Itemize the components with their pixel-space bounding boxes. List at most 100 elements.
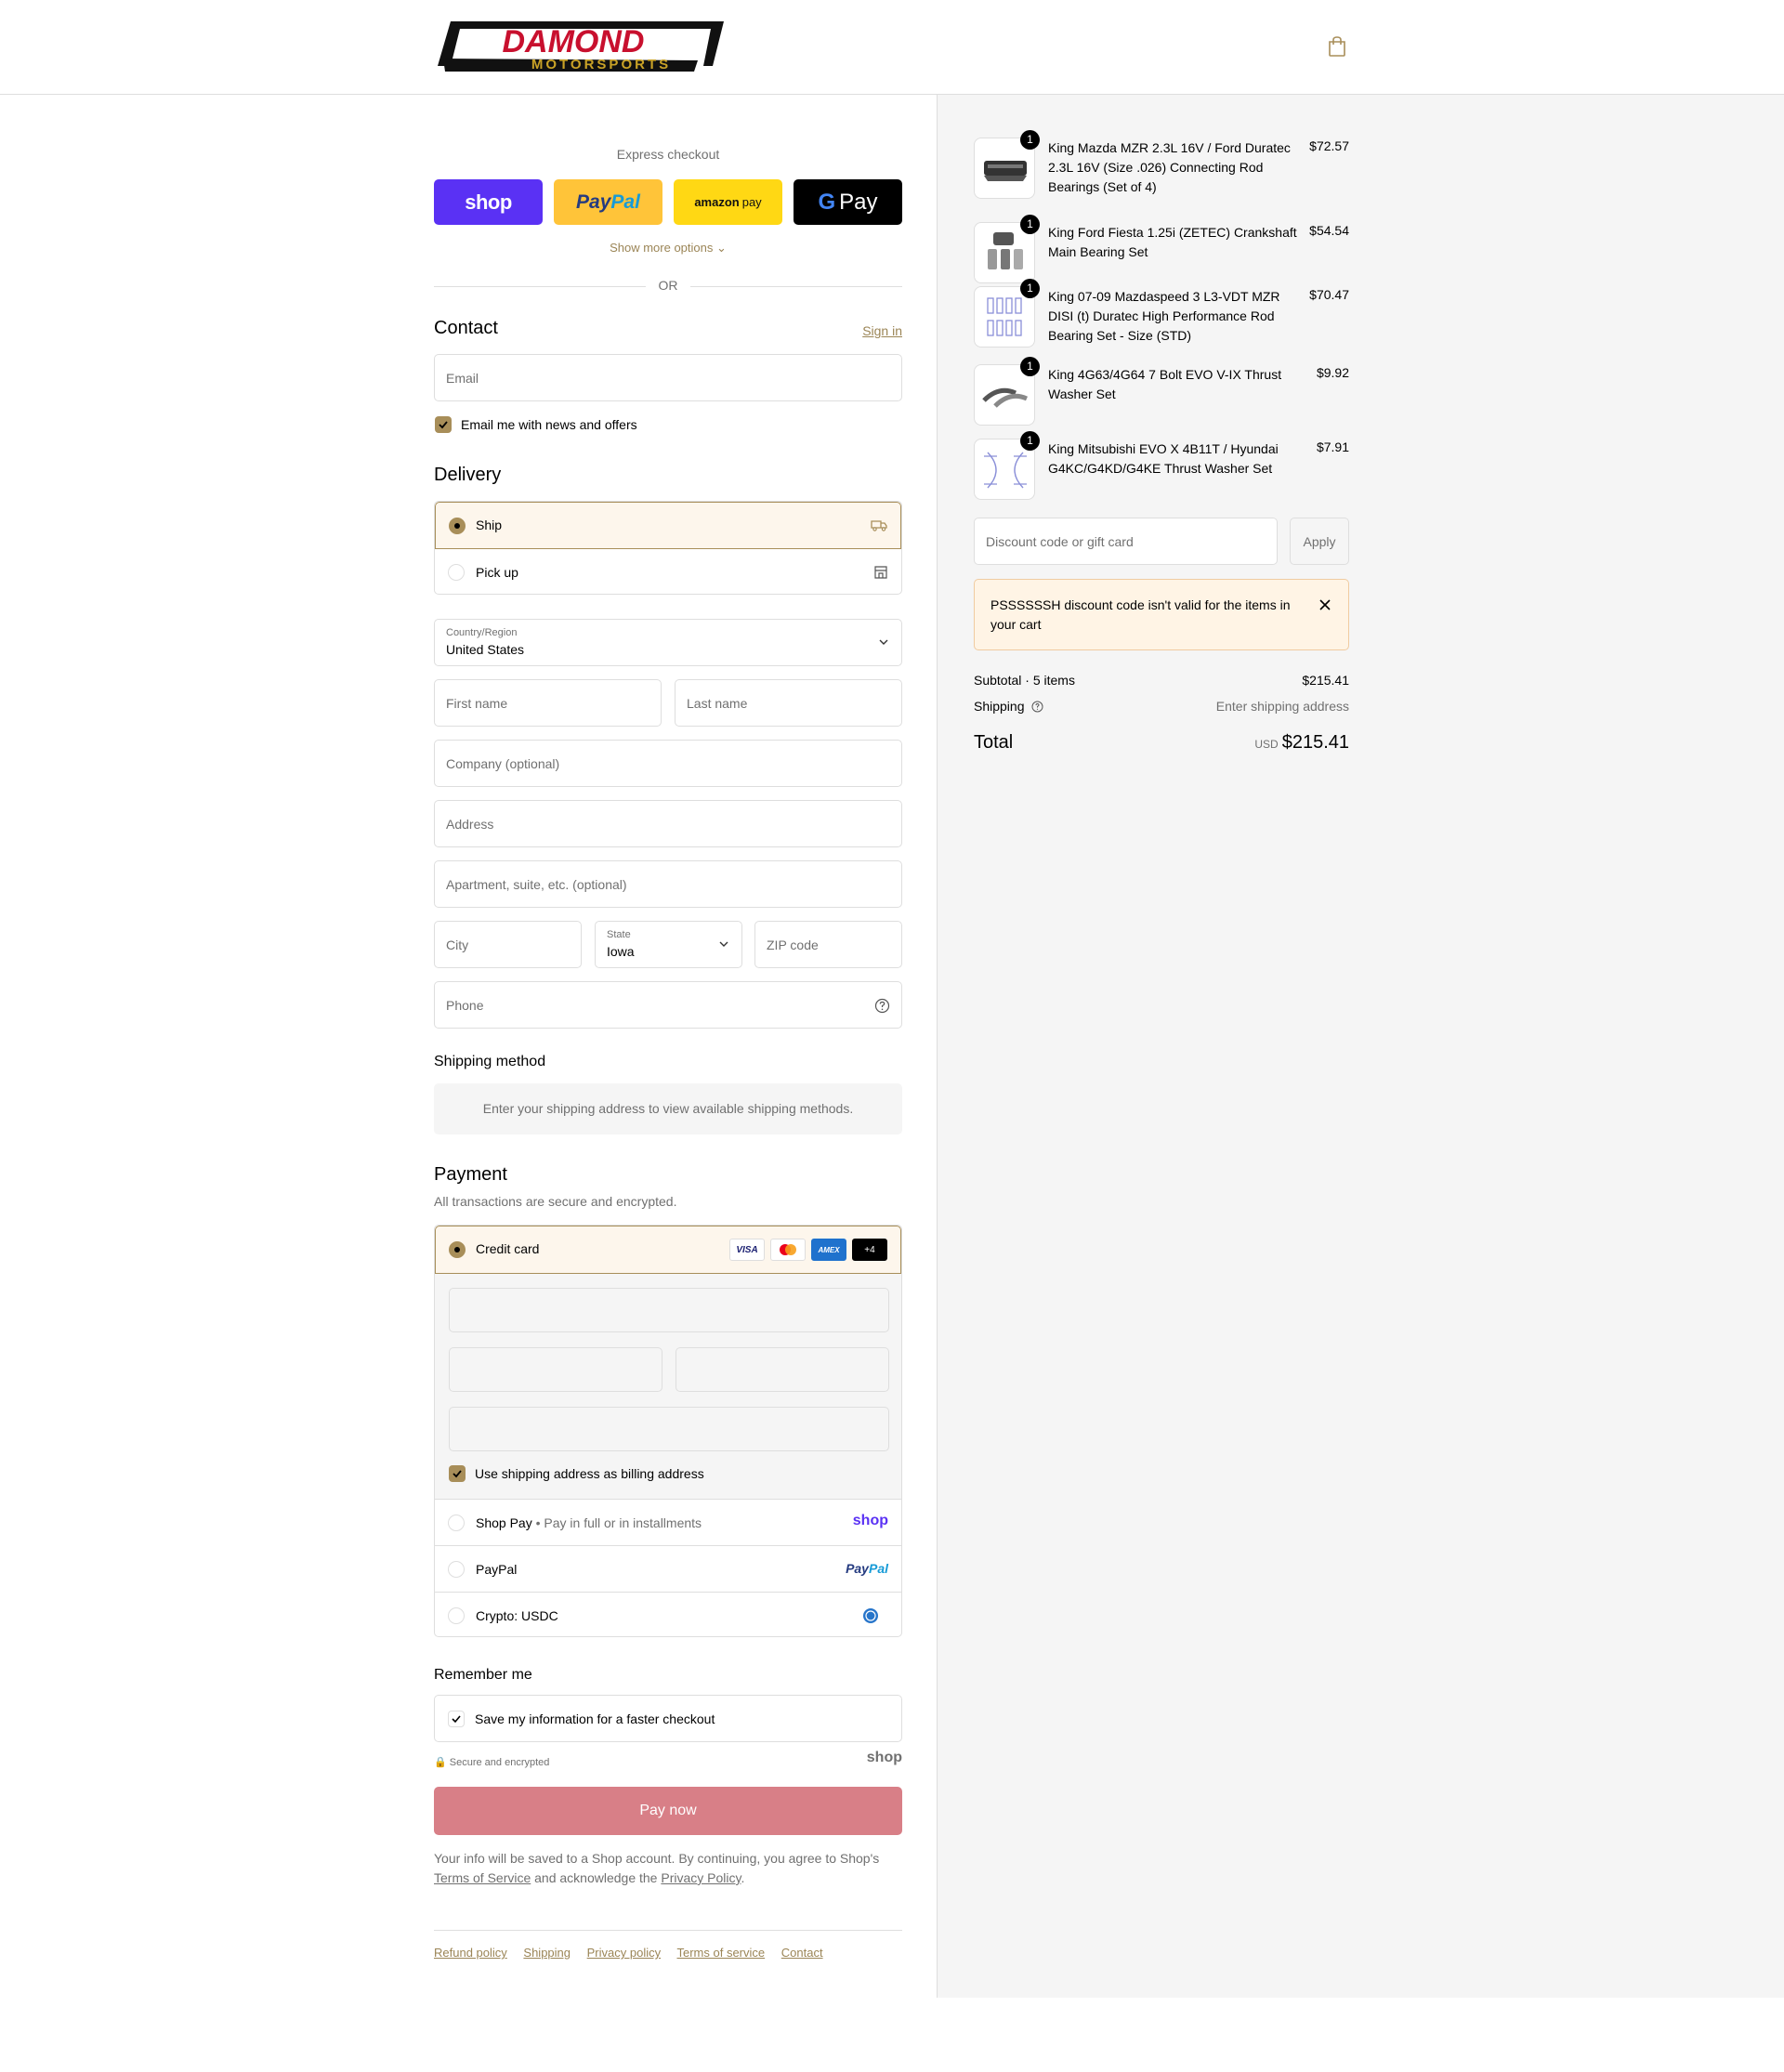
- total-value: $215.41: [1281, 732, 1349, 753]
- shopping-bag-icon[interactable]: [1327, 35, 1347, 58]
- shipping-summary-value: Enter shipping address: [1215, 699, 1349, 714]
- ship-radio[interactable]: [449, 518, 466, 534]
- address-field[interactable]: Address: [434, 800, 902, 847]
- paypal-button[interactable]: Pay Pal: [554, 179, 662, 225]
- shop-pay-sublabel: Pay in full or in installments: [544, 1515, 702, 1530]
- card-name-field[interactable]: [449, 1407, 889, 1451]
- pay-now-button[interactable]: Pay now: [434, 1787, 902, 1835]
- subtotal-row: Subtotal · 5 items $215.41: [974, 673, 1349, 691]
- order-item: 1 King Mazda MZR 2.3L 16V / Ford Duratec…: [974, 130, 1349, 199]
- delivery-option-ship[interactable]: Ship: [435, 502, 901, 549]
- shop-pay-button-label: shop: [465, 190, 512, 214]
- pickup-radio[interactable]: [448, 564, 465, 581]
- remember-me-title: Remember me: [434, 1667, 532, 1683]
- close-icon[interactable]: [1318, 598, 1331, 611]
- shop-pay-label: Shop Pay: [476, 1515, 532, 1530]
- credit-card-form: Use shipping address as billing address: [435, 1274, 901, 1499]
- total-row: Total USD $215.41: [974, 732, 1349, 756]
- card-security-code-field[interactable]: [676, 1347, 889, 1392]
- paypal-logo-b: Pal: [868, 1561, 888, 1576]
- brand-logo[interactable]: DAMOND MOTORSPORTS: [434, 18, 724, 76]
- shipping-link[interactable]: Shipping: [523, 1946, 571, 1960]
- shop-pay-button[interactable]: shop: [434, 179, 543, 225]
- item-name: King 4G63/4G64 7 Bolt EVO V-IX Thrust Wa…: [1048, 367, 1282, 401]
- pay-now-label: Pay now: [639, 1803, 697, 1818]
- quantity-badge: 1: [1020, 130, 1040, 150]
- privacy-policy-link[interactable]: Privacy Policy: [661, 1870, 741, 1885]
- discount-error-banner: PSSSSSSH discount code isn't valid for t…: [974, 579, 1349, 650]
- company-field[interactable]: Company (optional): [434, 740, 902, 787]
- shop-pay-radio[interactable]: [448, 1515, 465, 1531]
- privacy-policy-footer-link[interactable]: Privacy policy: [587, 1946, 661, 1960]
- item-price: $72.57: [1309, 138, 1349, 153]
- crypto-radio[interactable]: [448, 1607, 465, 1624]
- item-name: King Mitsubishi EVO X 4B11T / Hyundai G4…: [1048, 441, 1279, 476]
- footer-links: Refund policy Shipping Privacy policy Te…: [434, 1946, 902, 1960]
- contact-link[interactable]: Contact: [781, 1946, 823, 1960]
- phone-field[interactable]: Phone: [434, 981, 902, 1029]
- payment-option-paypal[interactable]: PayPal PayPal: [435, 1545, 901, 1592]
- chevron-down-icon: ⌄: [716, 241, 727, 255]
- refund-policy-link[interactable]: Refund policy: [434, 1946, 507, 1960]
- apartment-field[interactable]: Apartment, suite, etc. (optional): [434, 860, 902, 908]
- credit-card-radio[interactable]: [449, 1241, 466, 1258]
- quantity-badge: 1: [1020, 357, 1040, 376]
- state-select[interactable]: State Iowa: [595, 921, 742, 968]
- shop-logo: shop: [852, 1513, 888, 1528]
- item-name: King 07-09 Mazdaspeed 3 L3-VDT MZR DISI …: [1048, 289, 1280, 343]
- payment-option-credit-card[interactable]: Credit card VISA AMEX +4: [435, 1226, 901, 1274]
- shop-pay-text: Shop Pay • Pay in full or in installment…: [476, 1515, 702, 1530]
- legal-text: Your info will be saved to a Shop accoun…: [434, 1849, 902, 1888]
- amazon-pay-button-label-b: pay: [741, 195, 762, 209]
- total-label: Total: [974, 732, 1014, 753]
- zip-field[interactable]: ZIP code: [754, 921, 902, 968]
- google-pay-button[interactable]: G Pay: [794, 179, 902, 225]
- news-offers-label: Email me with news and offers: [461, 417, 637, 432]
- amazon-pay-button[interactable]: amazon pay: [674, 179, 782, 225]
- news-offers-checkbox[interactable]: [435, 416, 452, 433]
- help-circle-icon[interactable]: [874, 998, 890, 1014]
- payment-option-shop-pay[interactable]: Shop Pay • Pay in full or in installment…: [435, 1499, 901, 1545]
- order-item: 1 King 4G63/4G64 7 Bolt EVO V-IX Thrust …: [974, 357, 1349, 426]
- card-number-field[interactable]: [449, 1288, 889, 1332]
- last-name-field[interactable]: Last name: [675, 679, 902, 727]
- country-select[interactable]: Country/Region United States: [434, 619, 902, 666]
- subtotal-value: $215.41: [1302, 673, 1349, 688]
- help-circle-icon[interactable]: [1031, 701, 1043, 713]
- billing-same-checkbox[interactable]: [449, 1465, 466, 1482]
- country-label: Country/Region: [446, 627, 518, 638]
- payment-option-crypto[interactable]: Crypto: USDC: [435, 1592, 901, 1636]
- first-name-field[interactable]: First name: [434, 679, 662, 727]
- zip-placeholder: ZIP code: [767, 938, 819, 952]
- lock-icon: 🔒: [434, 1757, 447, 1768]
- delivery-method-group: Ship Pick up: [434, 501, 902, 595]
- apply-discount-label: Apply: [1303, 534, 1336, 549]
- city-field[interactable]: City: [434, 921, 582, 968]
- discount-code-field[interactable]: Discount code or gift card: [974, 518, 1278, 565]
- order-item: 1 King Mitsubishi EVO X 4B11T / Hyundai …: [974, 431, 1349, 500]
- or-label: OR: [658, 278, 678, 293]
- ship-label: Ship: [476, 518, 503, 532]
- terms-of-service-link[interactable]: Terms of Service: [434, 1870, 531, 1885]
- apply-discount-button[interactable]: Apply: [1290, 518, 1349, 565]
- address-placeholder: Address: [446, 817, 494, 832]
- email-field[interactable]: Email: [434, 354, 902, 401]
- show-more-options-link[interactable]: Show more options ⌄: [434, 241, 902, 256]
- payment-subtitle: All transactions are secure and encrypte…: [434, 1194, 677, 1209]
- save-info-checkbox[interactable]: [448, 1711, 465, 1727]
- terms-of-service-footer-link[interactable]: Terms of service: [677, 1946, 766, 1960]
- card-expiry-field[interactable]: [449, 1347, 662, 1392]
- paypal-radio[interactable]: [448, 1561, 465, 1578]
- currency-code: USD: [1254, 738, 1279, 751]
- visa-icon: VISA: [729, 1239, 765, 1261]
- google-pay-button-label: Pay: [839, 189, 878, 215]
- delivery-option-pickup[interactable]: Pick up: [435, 549, 901, 594]
- remember-me-box[interactable]: Save my information for a faster checkou…: [434, 1695, 902, 1742]
- footer-divider: [434, 1930, 902, 1931]
- pickup-label: Pick up: [476, 565, 518, 580]
- item-name: King Ford Fiesta 1.25i (ZETEC) Crankshaf…: [1048, 225, 1297, 259]
- delivery-title: Delivery: [434, 465, 502, 485]
- sign-in-link[interactable]: Sign in: [862, 323, 902, 338]
- chevron-down-icon: [879, 639, 888, 645]
- discount-code-placeholder: Discount code or gift card: [986, 534, 1134, 549]
